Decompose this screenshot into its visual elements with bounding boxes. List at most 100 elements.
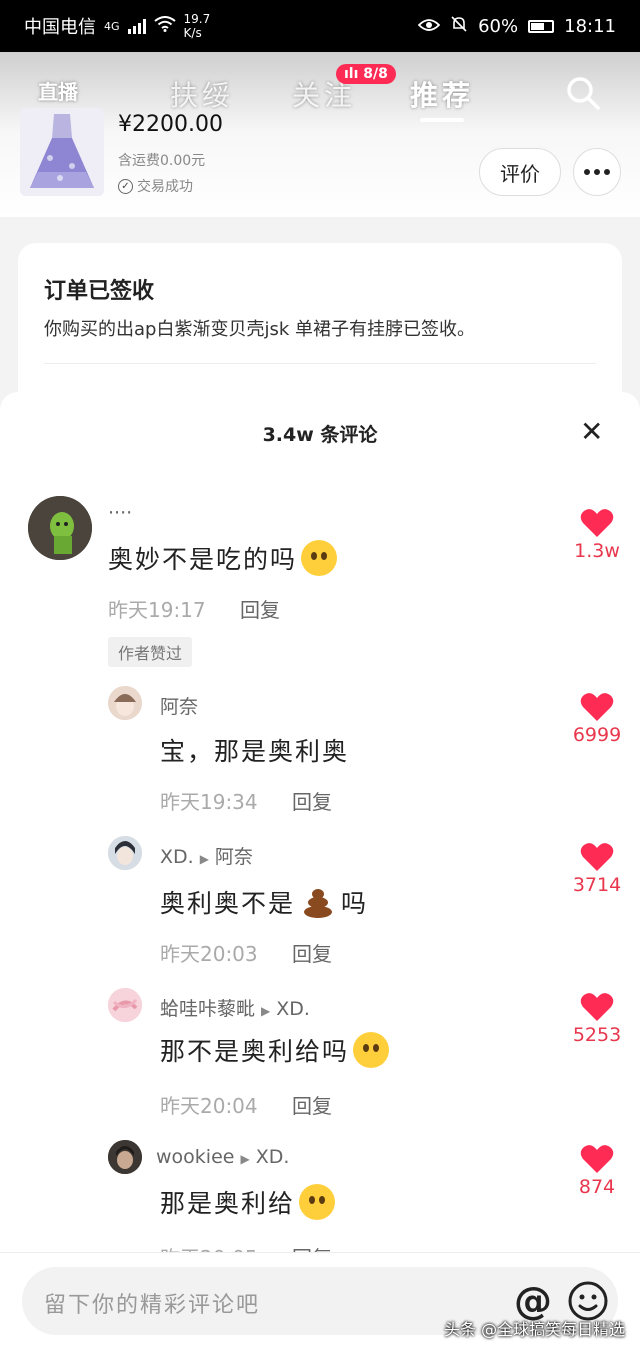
like-count: 6999 xyxy=(572,724,622,746)
comment-username[interactable]: ···· xyxy=(108,502,132,524)
watermark: 头条 @全球搞笑每日精选 xyxy=(444,1320,626,1339)
carrier-label: 中国电信 xyxy=(24,17,96,38)
tab-fusui[interactable]: 扶绥 xyxy=(170,74,234,114)
comment-text: 奥利奥不是 xyxy=(160,889,296,918)
live-button[interactable]: 直播 xyxy=(38,76,78,105)
order-status-card: 订单已签收 你购买的出ap白紫渐变贝壳jsk 单裙子有挂脖已签收。 xyxy=(18,243,622,413)
reply-button[interactable]: 回复 xyxy=(292,1094,332,1118)
comment-username[interactable]: XD. ▶ 阿奈 xyxy=(160,842,253,869)
avatar[interactable] xyxy=(108,836,142,870)
search-icon[interactable] xyxy=(566,76,600,110)
reply-target: 阿奈 xyxy=(214,846,253,868)
like-button[interactable]: 874 xyxy=(566,1144,628,1198)
product-thumbnail[interactable] xyxy=(20,108,104,196)
comment-text: 那不是奥利给吗 xyxy=(160,1037,350,1066)
crying-face-icon xyxy=(299,1184,336,1220)
reply-button[interactable]: 回复 xyxy=(240,598,280,622)
comment-username[interactable]: wookiee ▶ XD. xyxy=(156,1146,289,1168)
like-button[interactable]: 1.3w xyxy=(566,508,628,562)
following-badge: ılı 8/8 xyxy=(336,64,396,84)
top-nav: 直播 扶绥 关注 ılı 8/8 推荐 xyxy=(0,60,640,122)
more-dot-icon xyxy=(584,169,590,175)
order-title: 订单已签收 xyxy=(44,279,155,304)
comment-time: 昨天19:34 xyxy=(160,790,258,814)
poop-icon xyxy=(301,886,335,918)
more-dot-icon xyxy=(604,169,610,175)
reply-button[interactable]: 回复 xyxy=(292,942,332,966)
comment-text: 宝，那是奥利奥 xyxy=(160,737,350,766)
comment-time: 昨天19:17 xyxy=(108,598,206,622)
reply-arrow-icon: ▶ xyxy=(261,1004,271,1018)
like-count: 874 xyxy=(578,1176,616,1198)
author-liked-tag: 作者赞过 xyxy=(108,637,193,667)
transaction-status: ✓ 交易成功 xyxy=(118,176,193,196)
mute-bell-icon xyxy=(450,15,468,38)
reply-target: XD. xyxy=(276,998,310,1020)
comment-author: XD. xyxy=(160,846,194,868)
reply-arrow-icon: ▶ xyxy=(240,1152,250,1166)
more-dot-icon xyxy=(594,169,600,175)
comments-sheet: 3.4w 条评论 ✕ ···· 奥妙不是吃的吗 昨天19:17 回复 1.3w … xyxy=(0,392,640,1350)
comment-text: 奥妙不是吃的吗 xyxy=(108,545,298,574)
comment-text-row: 那是奥利给 xyxy=(160,1184,336,1220)
check-circle-icon: ✓ xyxy=(118,178,133,194)
network-label: 4G xyxy=(104,19,120,33)
heart-icon xyxy=(580,993,614,1021)
comment-meta: 昨天19:17 回复 xyxy=(108,594,280,623)
heart-icon xyxy=(580,843,614,871)
like-button[interactable]: 6999 xyxy=(566,692,628,746)
avatar[interactable] xyxy=(108,686,142,720)
tab-recommended[interactable]: 推荐 xyxy=(410,74,474,114)
active-tab-indicator xyxy=(420,118,464,122)
network-speed: 19.7 K/s xyxy=(184,12,211,40)
comment-time: 昨天20:04 xyxy=(160,1094,258,1118)
battery-icon xyxy=(528,19,555,33)
wifi-icon xyxy=(153,15,176,37)
avatar[interactable] xyxy=(108,1140,142,1174)
more-options-button[interactable] xyxy=(573,148,621,196)
comment-text-row: 那不是奥利给吗 xyxy=(160,1032,390,1068)
comment-meta: 昨天20:03 回复 xyxy=(160,938,332,967)
battery-percent: 60% xyxy=(478,15,519,37)
signal-icon xyxy=(127,18,146,34)
comment-username[interactable]: 阿奈 xyxy=(160,692,198,719)
shipping-fee: 含运费0.00元 xyxy=(118,153,206,169)
status-bar: 中国电信 4G 19.7 K/s 60% 18:11 xyxy=(0,0,640,52)
divider xyxy=(44,363,596,364)
speed-value: 19.7 xyxy=(183,12,211,26)
comments-count-title: 3.4w 条评论 xyxy=(262,424,378,446)
order-description: 你购买的出ap白紫渐变贝壳jsk 单裙子有挂脖已签收。 xyxy=(44,319,475,340)
pleading-face-icon xyxy=(301,540,338,576)
like-count: 5253 xyxy=(572,1024,622,1046)
transaction-status-label: 交易成功 xyxy=(137,179,193,195)
comment-author: wookiee xyxy=(156,1146,235,1168)
pleading-face-icon xyxy=(353,1032,390,1068)
comment-input-placeholder: 留下你的精彩评论吧 xyxy=(44,1293,261,1318)
avatar[interactable] xyxy=(108,988,142,1022)
like-button[interactable]: 3714 xyxy=(566,842,628,896)
reply-target: XD. xyxy=(255,1146,290,1168)
like-count: 1.3w xyxy=(574,540,620,562)
heart-icon xyxy=(580,509,614,537)
like-count: 3714 xyxy=(572,874,622,896)
reply-button[interactable]: 回复 xyxy=(292,790,332,814)
comment-text: 那是奥利给 xyxy=(160,1189,296,1218)
comment-username[interactable]: 蛤哇咔藜毗 ▶ XD. xyxy=(160,994,310,1021)
comment-text-row: 宝，那是奥利奥 xyxy=(160,732,349,768)
comment-meta: 昨天19:34 回复 xyxy=(160,786,332,815)
comment-text-end: 吗 xyxy=(341,889,369,918)
comment-text-row: 奥妙不是吃的吗 xyxy=(108,540,338,576)
speed-unit: K/s xyxy=(183,26,202,40)
review-button[interactable]: 评价 xyxy=(479,148,561,196)
reply-arrow-icon: ▶ xyxy=(199,852,209,866)
comment-author: 蛤哇咔藜毗 xyxy=(160,998,256,1020)
comment-time: 昨天20:03 xyxy=(160,942,258,966)
heart-icon xyxy=(580,693,614,721)
close-icon[interactable]: ✕ xyxy=(580,418,603,446)
eye-icon xyxy=(417,16,441,37)
comment-meta: 昨天20:04 回复 xyxy=(160,1090,332,1119)
comment-text-row: 奥利奥不是 吗 xyxy=(160,884,368,920)
avatar[interactable] xyxy=(28,496,92,560)
clock: 18:11 xyxy=(564,15,616,37)
like-button[interactable]: 5253 xyxy=(566,992,628,1046)
